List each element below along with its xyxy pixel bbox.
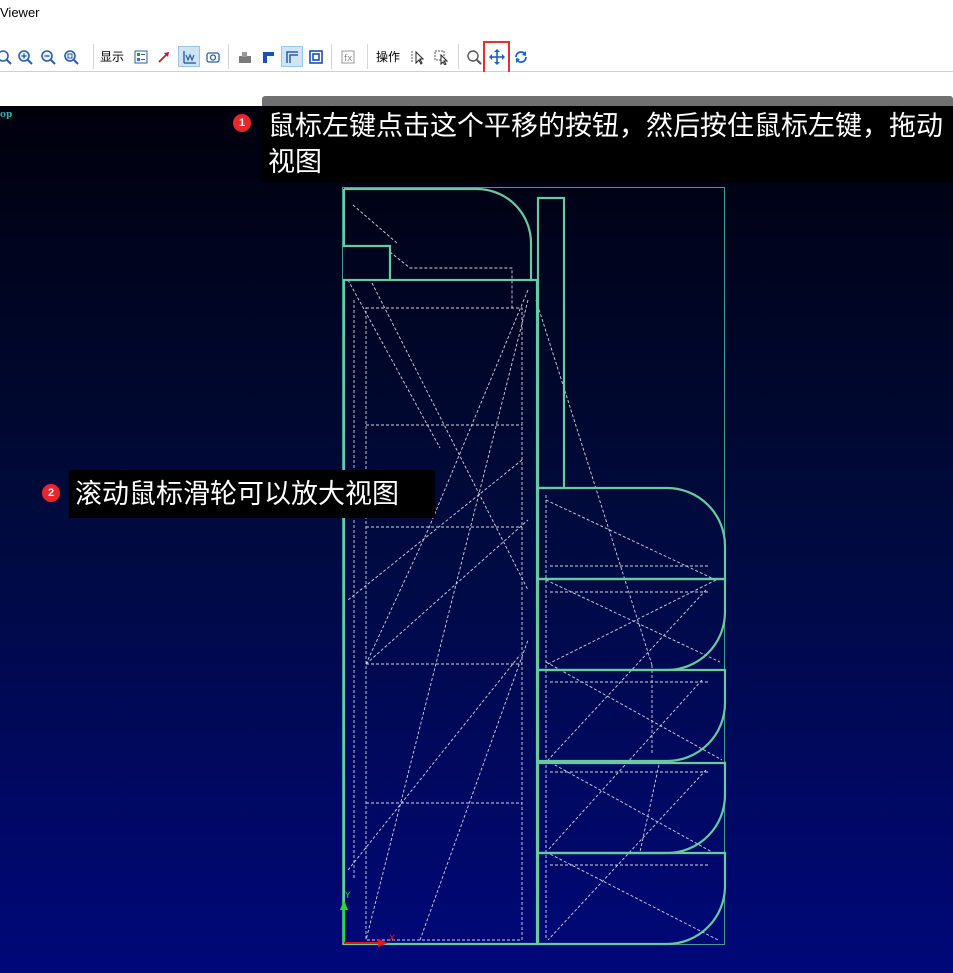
- step-badge-2: 2: [42, 484, 60, 502]
- instruction-text-2: 滚动鼠标滑轮可以放大视图: [75, 479, 399, 509]
- instruction-callout-2: 滚动鼠标滑轮可以放大视图: [69, 470, 435, 518]
- svg-text:Y: Y: [344, 891, 351, 901]
- instruction-text-1: 鼠标左键点击这个平移的按钮，然后按住鼠标左键，拖动视图: [268, 111, 943, 177]
- instruction-callout-1: 鼠标左键点击这个平移的按钮，然后按住鼠标左键，拖动视图: [262, 106, 953, 182]
- step-badge-1: 1: [233, 114, 251, 132]
- svg-text:X: X: [389, 934, 395, 944]
- axis-triad: Y X: [340, 891, 395, 947]
